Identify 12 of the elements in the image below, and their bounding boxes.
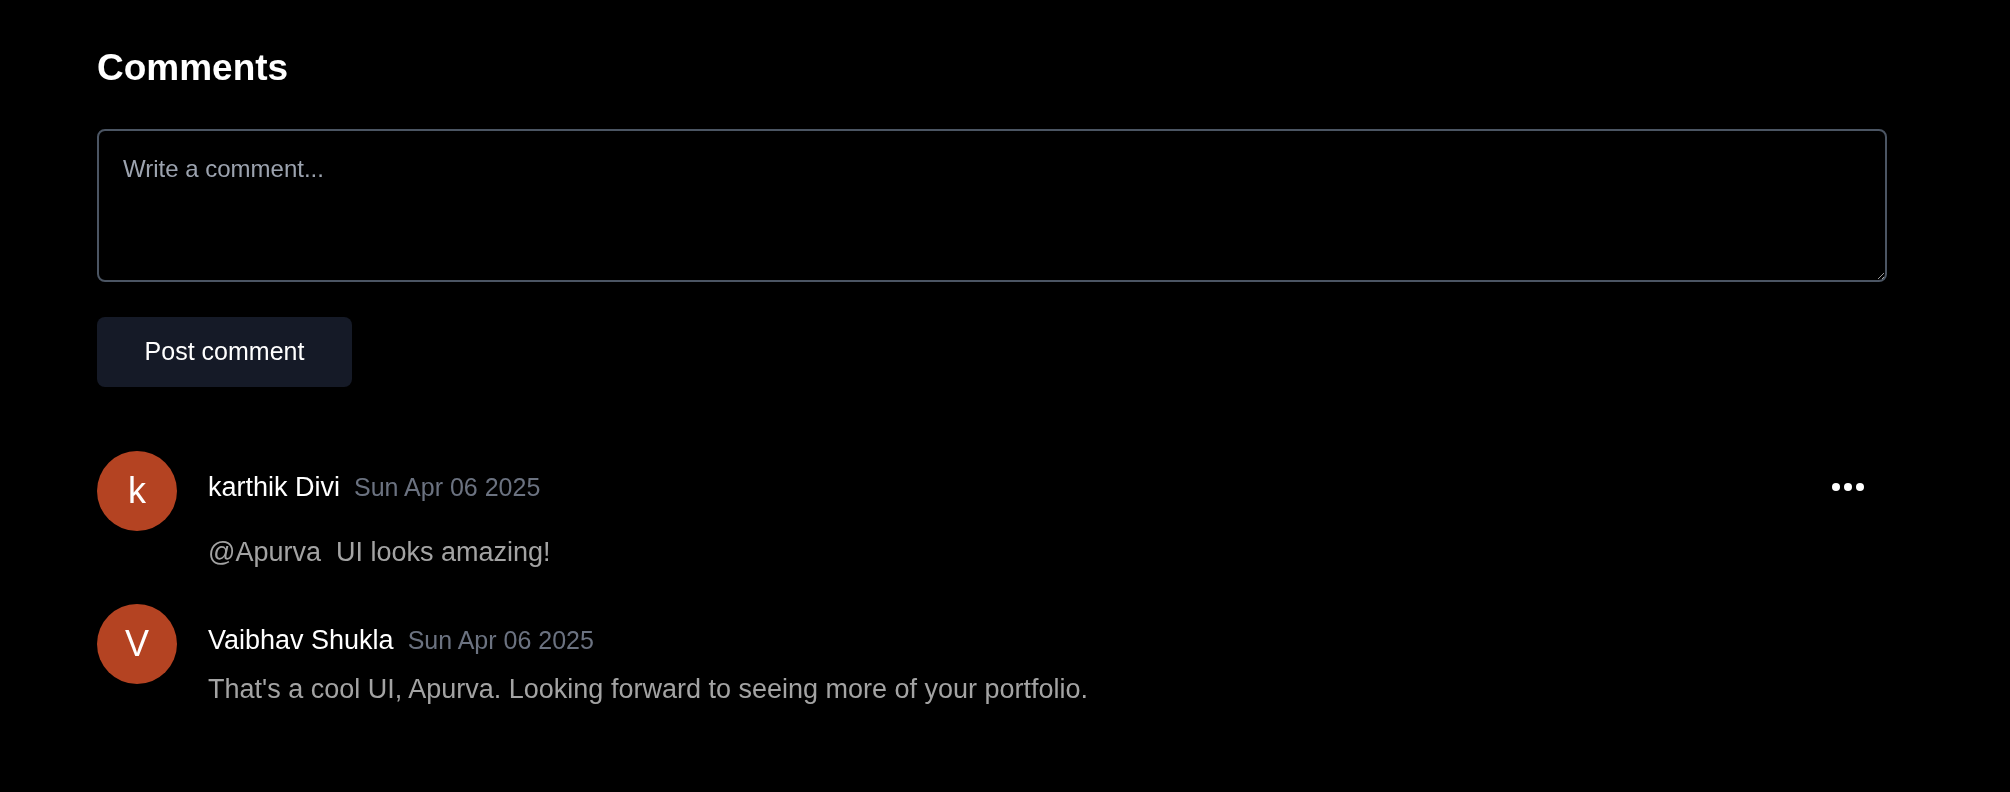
section-title: Comments xyxy=(97,46,290,90)
comment-date: Sun Apr 06 2025 xyxy=(407,625,594,656)
avatar: k xyxy=(97,451,177,531)
comment-text: @Apurva UI looks amazing! xyxy=(208,535,552,569)
comment-text: That's a cool UI, Apurva. Looking forward to seeing more of your portfolio. xyxy=(208,672,1090,706)
author-name: karthik Divi xyxy=(208,471,341,504)
author-name: Vaibhav Shukla xyxy=(208,624,394,657)
more-icon[interactable] xyxy=(1831,482,1865,493)
avatar: V xyxy=(97,604,177,684)
post-comment-button[interactable]: Post comment xyxy=(97,317,352,387)
comment-field[interactable]: Write a comment... xyxy=(97,129,1887,282)
comment-date: Sun Apr 06 2025 xyxy=(354,472,541,503)
